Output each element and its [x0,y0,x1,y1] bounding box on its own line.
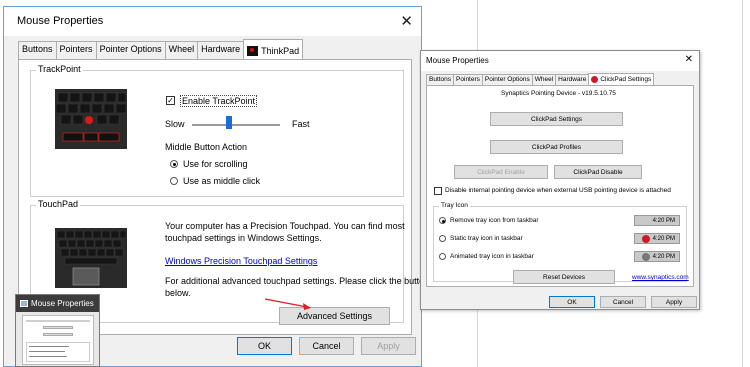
tab-hardware[interactable]: Hardware [555,74,590,85]
enable-trackpoint-checkbox[interactable]: ✓ [166,96,175,105]
tray-time-label: 4:20 PM [652,235,675,242]
trackpoint-nub-icon [85,116,93,124]
title-bar: Mouse Properties ✕ [4,7,421,36]
synaptics-tray-icon [641,234,650,243]
close-icon[interactable]: ✕ [685,54,693,65]
tab-pointers[interactable]: Pointers [55,41,97,59]
tab-thinkpad[interactable]: ThinkPad [243,39,304,59]
tab-pointer-options[interactable]: Pointer Options [95,41,166,59]
touchpad-keyboard-image [55,228,127,288]
disable-internal-device-checkbox[interactable] [434,187,442,195]
tray-preview-clock-static: 4:20 PM [634,233,680,244]
thumbnail-window-preview [22,315,94,365]
use-for-scrolling-radio[interactable] [170,160,178,168]
tray-preview-clock-animated: 4:20 PM [634,251,680,262]
touchpad-group-title: TouchPad [36,199,81,209]
synaptics-icon [591,76,599,83]
slow-label: Slow [165,119,185,129]
use-as-middle-click-radio[interactable] [170,177,178,185]
disable-internal-device-label: Disable internal pointing device when ex… [445,187,671,194]
tab-wheel[interactable]: Wheel [164,41,199,59]
windows-precision-touchpad-settings-link[interactable]: Windows Precision Touchpad Settings [165,256,317,266]
window-icon [20,300,28,307]
tray-time-label: 4:20 PM [652,253,675,260]
clickpad-profiles-button[interactable]: ClickPad Profiles [490,140,623,154]
static-tray-icon-radio[interactable] [439,235,446,242]
tab-wheel[interactable]: Wheel [531,74,557,85]
clickpad-disable-button[interactable]: ClickPad Disable [554,165,642,179]
thumbnail-title: Mouse Properties [31,299,94,308]
tray-preview-clock: 4:20 PM [634,215,680,226]
dialog2-title: Mouse Properties [426,56,489,65]
tab-hardware[interactable]: Hardware [197,41,245,59]
tab-buttons[interactable]: Buttons [426,74,455,85]
close-icon[interactable]: ✕ [400,12,413,30]
ok-button[interactable]: OK [237,337,292,355]
tab-pointers[interactable]: Pointers [453,74,483,85]
use-for-scrolling-label: Use for scrolling [183,159,248,169]
tab-clickpad-settings[interactable]: ClickPad Settings [588,73,655,85]
remove-tray-icon-label: Remove tray icon from taskbar [450,217,539,224]
tab-strip-2: Buttons Pointers Pointer Options Wheel H… [426,73,655,85]
touchpad-surface-icon [72,267,100,286]
tray-time-label: 4:20 PM [652,217,675,224]
animated-tray-icon-label: Animated tray icon in taskbar [450,253,534,260]
taskbar-thumbnail-preview[interactable]: Mouse Properties [15,294,100,367]
screenshot-stage: Mouse Properties ✕ Buttons Pointers Poin… [0,0,750,367]
thumbnail-title-bar: Mouse Properties [16,295,99,312]
thinkpad-icon [247,45,259,56]
clickpad-settings-panel: Synaptics Pointing Device - v19.5.10.75 … [426,85,694,287]
middle-button-action-label: Middle Button Action [165,142,248,152]
synaptics-website-link[interactable]: www.synaptics.com [632,274,689,281]
cancel-button[interactable]: Cancel [299,337,354,355]
tab-buttons[interactable]: Buttons [18,41,57,59]
clickpad-enable-button[interactable]: ClickPad Enable [454,165,548,179]
apply-button[interactable]: Apply [651,296,697,308]
cancel-button[interactable]: Cancel [600,296,646,308]
tab-pointer-options[interactable]: Pointer Options [481,74,533,85]
touchpad-info-text-4: below. [165,288,191,298]
annotation-arrow-icon [264,298,311,310]
touchpad-info-text-2: touchpad settings in Windows Settings. [165,233,322,243]
tab-strip: Buttons Pointers Pointer Options Wheel H… [18,39,304,59]
trackpoint-group-title: TrackPoint [36,64,83,74]
trackpoint-group: TrackPoint ✓ Enable TrackPoint Slow Fast… [30,64,404,197]
static-tray-icon-label: Static tray icon in taskbar [450,235,523,242]
animated-tray-icon-radio[interactable] [439,253,446,260]
dialog-title: Mouse Properties [17,15,104,27]
touchpad-info-text-1: Your computer has a Precision Touchpad. … [165,221,405,231]
reset-devices-button[interactable]: Reset Devices [513,270,615,284]
tray-icon-group-title: Tray Icon [439,202,470,209]
use-as-middle-click-label: Use as middle click [183,176,261,186]
remove-tray-icon-radio[interactable] [439,217,446,224]
speed-slider-thumb[interactable] [226,116,232,129]
page-guide-line [742,0,743,367]
tab-clickpad-settings-label: ClickPad Settings [600,75,652,83]
apply-button[interactable]: Apply [361,337,416,355]
title-bar-2: Mouse Properties ✕ [421,51,699,71]
enable-trackpoint-label: Enable TrackPoint [180,95,258,107]
ok-button[interactable]: OK [549,296,595,308]
touchpad-info-text-3: For additional advanced touchpad setting… [165,276,430,286]
tab-thinkpad-label: ThinkPad [261,45,300,56]
trackpoint-keyboard-image [55,89,127,149]
clickpad-settings-button[interactable]: ClickPad Settings [490,112,623,126]
speed-slider-track[interactable] [192,124,280,126]
fast-label: Fast [292,119,310,129]
animated-tray-icon [641,252,650,261]
device-name-label: Synaptics Pointing Device - v19.5.10.75 [501,90,616,97]
synaptics-mouse-properties-dialog: Mouse Properties ✕ Buttons Pointers Poin… [420,50,700,310]
